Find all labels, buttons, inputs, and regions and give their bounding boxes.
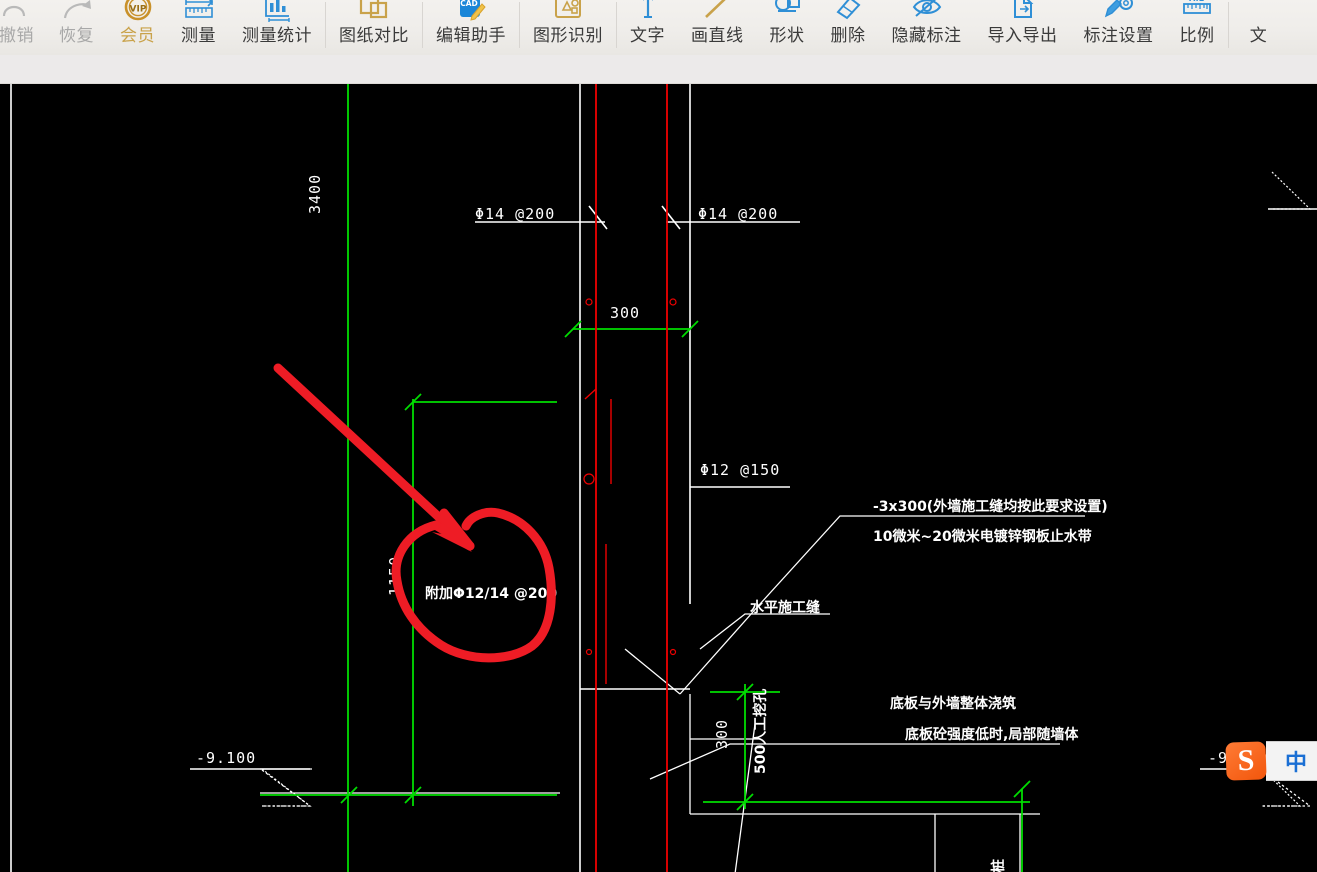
label-dim-500-pile: 500人工挖孔 [752,689,769,774]
svg-text:VIP: VIP [129,5,146,15]
elev-left-v [261,769,312,807]
toolbar-button-drawing-compare[interactable]: 图纸对比 [326,0,422,55]
label-waterstop-line2: 10微米~20微米电镀锌钢板止水带 [873,528,1092,545]
structure-green-lines [260,84,1030,872]
toolbar-bottom-strip [0,55,1317,84]
cad-app-window: 撤销 恢复 VIP 会员 测量 测量统计 图纸对比 CAD 编辑助手 图形识别 … [0,0,1317,872]
annotation-arrow-shaft [273,363,475,551]
red-annotation-markup[interactable] [273,363,556,663]
toolbar-button-shape[interactable]: 形状 [757,0,818,55]
toolbar-label: 隐藏标注 [891,26,962,45]
text-partial-icon [1242,0,1276,24]
rebar-hook-1 [584,388,597,400]
label-wall-thickness: 300 [610,304,640,322]
toolbar-button-vip[interactable]: VIP 会员 [107,0,168,55]
cad-drawing-svg: Φ14 @200 Φ14 @200 300 Φ12 @150 3400 1150… [10,84,1317,872]
toolbar-button-redo[interactable]: 恢复 [46,0,107,55]
toolbar-label: 画直线 [691,26,744,45]
measure-stats-icon [260,0,294,24]
toolbar-button-import-export[interactable]: 导入导出 [975,0,1071,55]
sogou-logo-icon[interactable]: S [1225,741,1267,781]
toolbar-label: 测量统计 [242,26,312,45]
label-horizontal-joint: 水平施工缝 [750,599,820,616]
toolbar-button-scale[interactable]: A:B 比例 [1167,0,1228,55]
vip-badge-icon: VIP [121,0,155,24]
sogou-ime-widget[interactable]: S 中 [1225,740,1317,782]
toolbar-label: 恢复 [59,26,94,45]
toolbar-label: 测量 [181,26,216,45]
elevation-triangles [260,768,1312,807]
label-rebar-top-left: Φ14 @200 [475,205,555,223]
toolbar-label: 编辑助手 [436,26,506,45]
toolbar-button-shape-recognize[interactable]: 图形识别 [520,0,616,55]
hide-annotation-icon [910,0,944,24]
redo-icon [60,0,94,24]
waterstop-leader-lower [624,648,681,695]
ime-mode-indicator[interactable]: 中 [1266,741,1317,781]
elev-topright-arrow [1271,171,1312,210]
rebar-dot-right [669,298,677,306]
toolbar-button-text[interactable]: 文字 [617,0,678,55]
label-slab-note-2: 底板砼强度低时,局部随墙体 [905,726,1079,743]
import-export-icon [1006,0,1040,24]
toolbar-label: 删除 [830,26,866,45]
shapes-icon [770,0,804,24]
toolbar-button-measure[interactable]: 测量 [168,0,229,55]
undo-icon [0,0,34,24]
toolbar-label: 图形识别 [533,26,603,45]
toolbar-button-text-partial[interactable]: 文 [1229,0,1276,55]
ruler-icon [182,0,216,24]
toolbar-label: 文 [1249,26,1268,45]
toolbar-label: 标注设置 [1083,26,1154,45]
label-waterstop-line1: -3x300(外墙施工缝均按此要求设置) [873,498,1108,515]
leader-horizontal-joint [699,613,830,650]
label-vertical-pile-note: 人工挖孔桩 [990,859,1007,872]
toolbar-label: 会员 [120,26,155,45]
toolbar-label: 文字 [630,26,665,45]
svg-text:A:B: A:B [1189,0,1205,3]
toolbar-button-hide-annotation[interactable]: 隐藏标注 [879,0,975,55]
svg-text:CAD: CAD [460,0,478,8]
toolbar-button-measure-stats[interactable]: 测量统计 [229,0,325,55]
rebar-dot-left-2 [585,648,593,656]
label-rebar-mid: Φ12 @150 [700,461,780,479]
rebar-circle-left [583,473,595,485]
toolbar-label: 图纸对比 [339,26,409,45]
leader-slab-note [649,743,1060,780]
cad-drawing-canvas[interactable]: Φ14 @200 Φ14 @200 300 Φ12 @150 3400 1150… [0,84,1317,872]
scale-ruler-icon: A:B [1180,0,1214,24]
cad-edit-assistant-icon: CAD [454,0,488,24]
tick-rebar-top-left [588,205,608,230]
toolbar-label: 比例 [1179,26,1215,45]
shape-recognize-icon [551,0,585,24]
toolbar-button-delete[interactable]: 删除 [818,0,879,55]
toolbar-button-edit-assistant[interactable]: CAD 编辑助手 [423,0,519,55]
label-circled-note: 附加Φ12/14 @200 [425,585,557,602]
label-slab-note-1: 底板与外墙整体浇筑 [890,695,1016,712]
rebar-red-lines [583,84,677,872]
label-dim-300-small: 300 [713,719,731,749]
label-dim-3400: 3400 [306,174,324,214]
label-elevation-left: -9.100 [196,749,256,767]
main-toolbar: 撤销 恢复 VIP 会员 测量 测量统计 图纸对比 CAD 编辑助手 图形识别 … [0,0,1317,55]
tick-rebar-top-right [661,205,681,230]
annotation-settings-icon [1102,0,1136,24]
toolbar-button-undo[interactable]: 撤销 [0,0,46,55]
toolbar-label: 形状 [769,26,805,45]
label-rebar-top-right: Φ14 @200 [698,205,778,223]
toolbar-button-annotation-settings[interactable]: 标注设置 [1071,0,1167,55]
eraser-icon [831,0,865,24]
toolbar-button-draw-line[interactable]: 画直线 [678,0,757,55]
toolbar-label: 导入导出 [987,26,1058,45]
rebar-dot-right-2 [669,648,677,656]
text-icon [631,0,665,24]
line-icon [700,0,734,24]
rebar-dot-left [585,298,593,306]
toolbar-label: 撤销 [0,26,34,45]
drawing-compare-icon [357,0,391,24]
